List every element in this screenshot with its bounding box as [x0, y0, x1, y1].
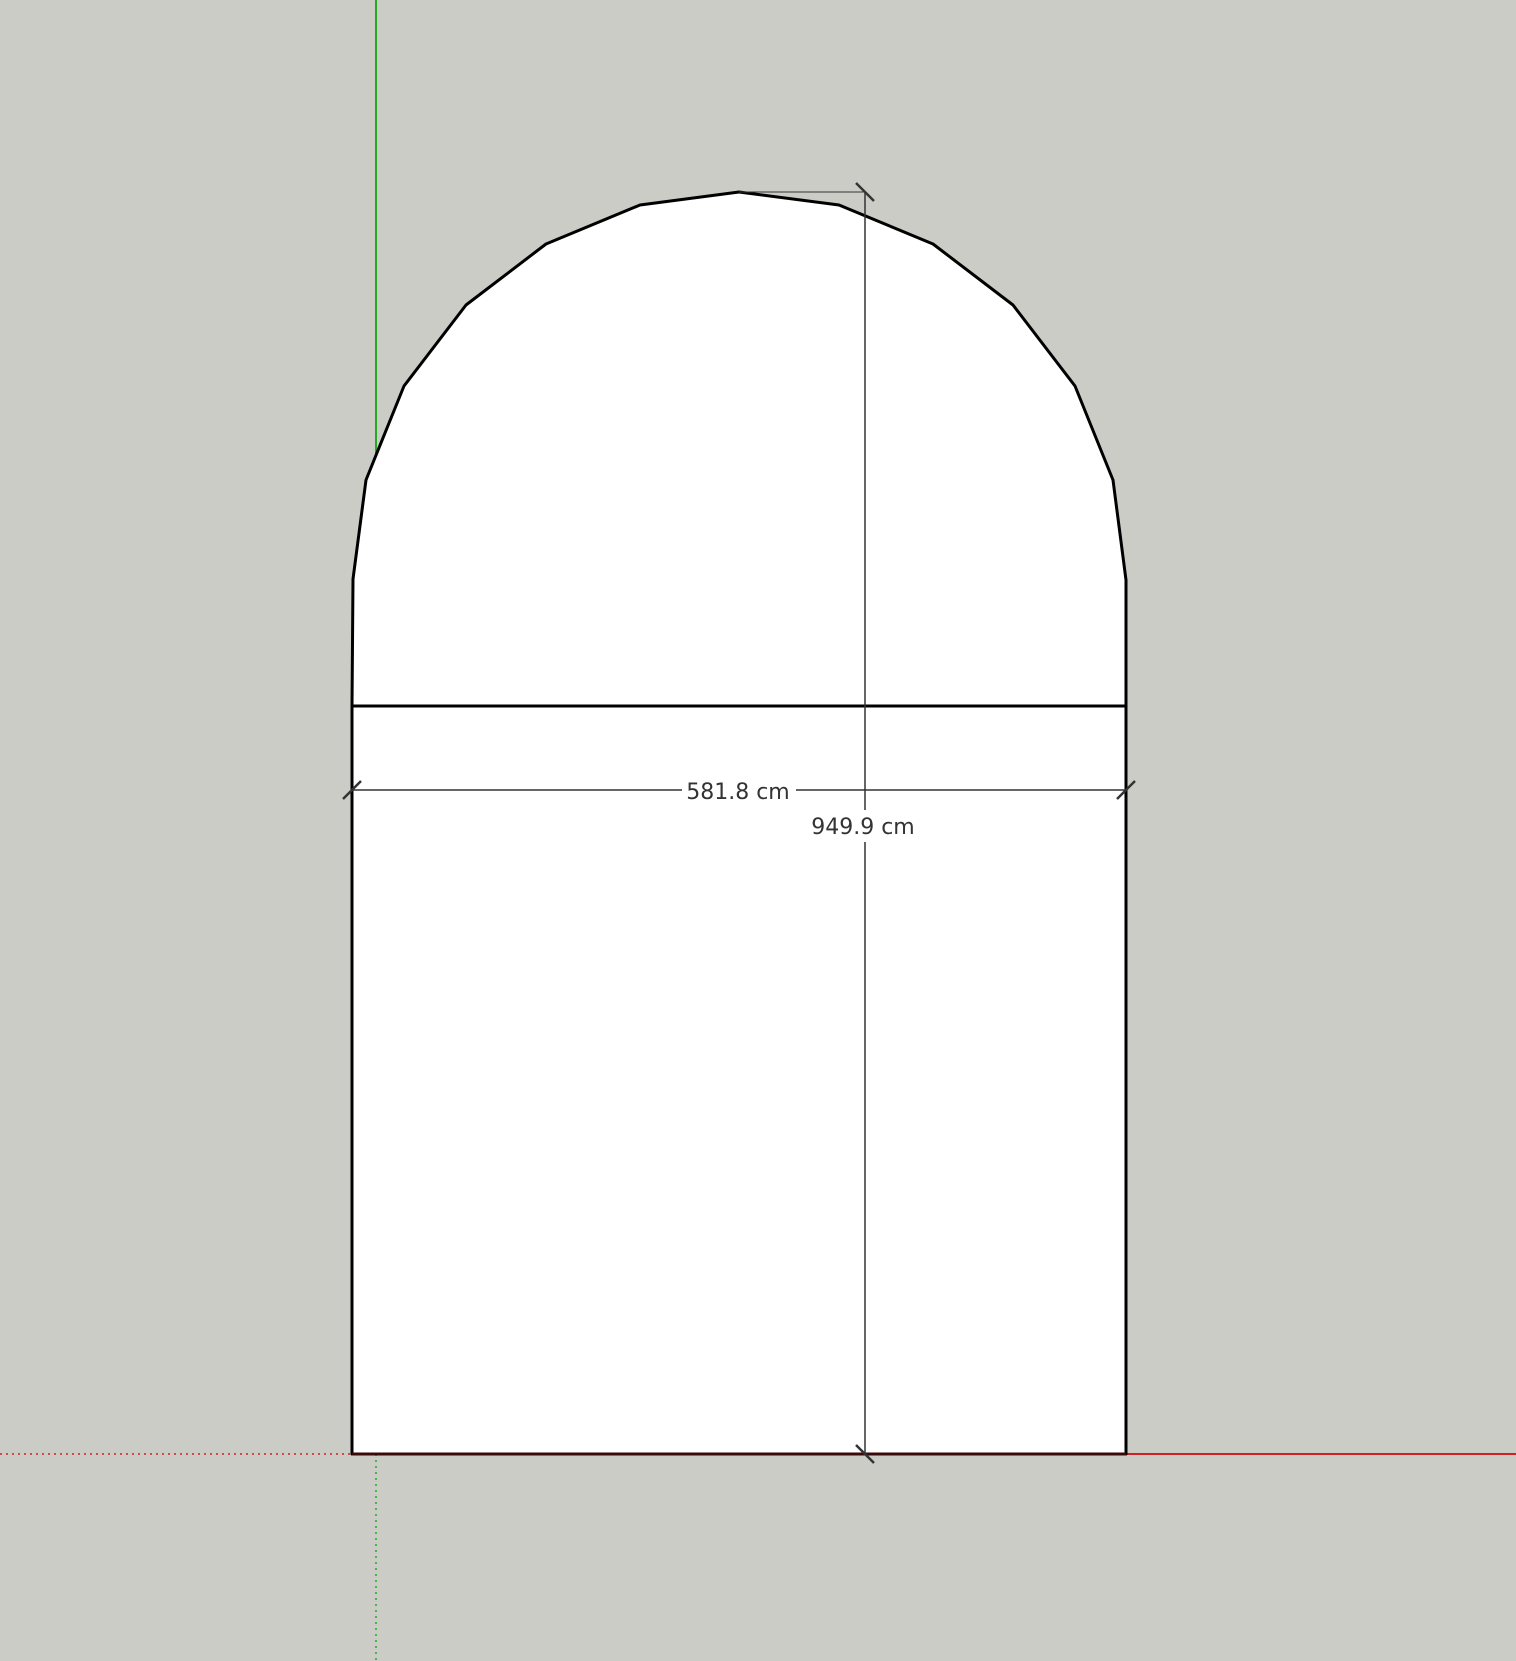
height-dimension-label: 949.9 cm	[811, 815, 915, 840]
width-dimension-label: 581.8 cm	[686, 780, 790, 805]
arch-face[interactable]	[350, 190, 1128, 1456]
drawing-canvas[interactable]: 581.8 cm 949.9 cm	[0, 0, 1516, 1661]
modeling-viewport[interactable]: 581.8 cm 949.9 cm	[0, 0, 1516, 1661]
